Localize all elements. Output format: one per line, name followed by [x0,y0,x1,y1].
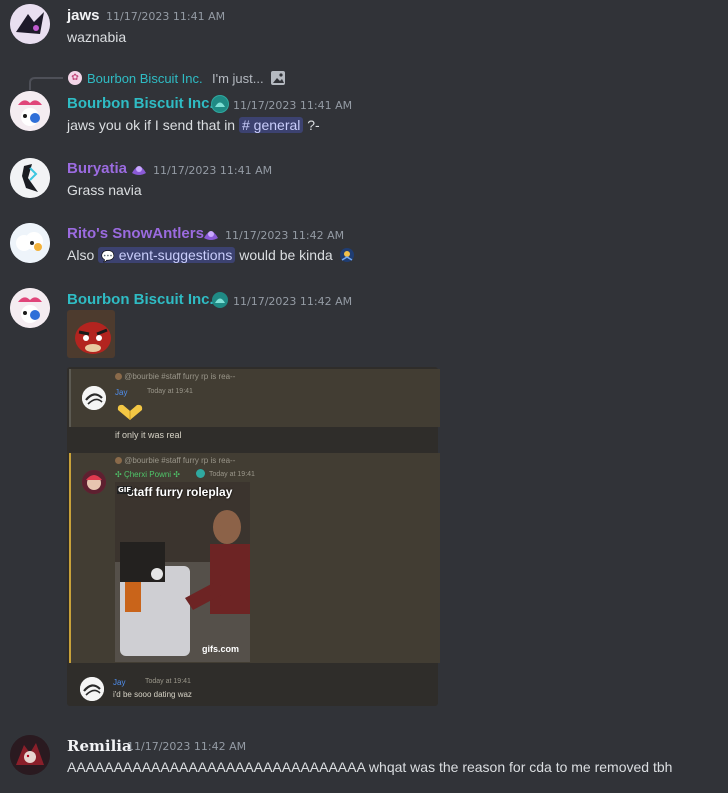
channel-name: general [253,117,301,133]
gif-badge: GIF [117,486,133,494]
message-content: jaws you ok if I send that in # general … [67,117,320,133]
username[interactable]: Bourbon Biscuit Inc. [67,291,214,308]
message-text: ?- [307,117,320,133]
reply-spine [29,77,63,90]
message-content: waznabia [67,29,127,45]
reply-line: @bourbie #staff furry rp is rea-- [115,456,235,465]
forum-icon: 💬 [101,251,115,263]
channel-mention[interactable]: # general [238,117,304,133]
role-icon [211,291,229,309]
gif-source: gifs.com [202,644,240,654]
role-icon [201,224,219,242]
username[interactable]: Rito's SnowAntlers [67,225,204,242]
author: Jay [113,678,126,687]
message-content: AAAAAAAAAAAAAAAAAAAAAAAAAAAAAAAA whqat w… [67,759,673,775]
message-text: if only it was real [115,430,182,440]
avatar [82,386,106,410]
reply-author[interactable]: Bourbon Biscuit Inc. [87,71,203,86]
hash-icon: # [241,117,250,133]
message-content: Also 💬 event-suggestions would be kinda [67,247,355,263]
attachment-image[interactable] [67,310,115,358]
reply-preview[interactable]: I'm just... [212,71,264,86]
screenshot-attachment[interactable]: @bourbie #staff furry rp is rea-- Jay To… [67,367,440,706]
reply-line: @bourbie #staff furry rp is rea-- [115,372,235,381]
image-icon [270,70,286,90]
avatar[interactable] [10,4,50,44]
timestamp: 11/17/2023 11:42 AM [225,229,345,242]
role-icon [129,159,147,177]
avatar[interactable] [10,735,50,775]
message-text: Also [67,247,95,263]
avatar [82,470,106,494]
avatar[interactable] [10,91,50,131]
username[interactable]: jaws [67,7,100,24]
reply-avatar [115,373,122,380]
username[interactable]: Buryatia [67,160,127,177]
role-icon [196,469,205,478]
emoji[interactable] [339,247,355,263]
author: ✣ Çherxi Powni ✣ [115,470,181,479]
screenshot-message: @bourbie #staff furry rp is rea-- ✣ Çher… [69,453,440,663]
message-text: i'd be sooo dating waz [113,690,192,699]
time: Today at 19:41 [147,388,193,395]
reply-avatar: ✿ [68,71,82,85]
screenshot-message: Jay Today at 19:41 i'd be sooo dating wa… [69,671,438,705]
author: Jay [115,388,128,397]
timestamp: 11/17/2023 11:41 AM [153,164,273,177]
time: Today at 19:41 [209,471,255,478]
username[interactable]: Bourbon Biscuit Inc. [67,95,214,112]
channel-mention[interactable]: 💬 event-suggestions [98,247,236,263]
message-content: Grass navia [67,182,142,198]
timestamp: 11/17/2023 11:42 AM [233,295,353,308]
heart-hands-emoji [115,402,145,426]
gif-image: staff furry roleplay GIF gifs.com [115,482,250,662]
avatar[interactable] [10,223,50,263]
gif-caption: staff furry roleplay [127,485,233,499]
message-text: jaws you ok if I send that in [67,117,236,133]
message-text: would be kinda [239,247,333,263]
avatar [80,677,104,701]
avatar[interactable] [10,288,50,328]
timestamp: 11/17/2023 11:41 AM [106,10,226,23]
screenshot-message: @bourbie #staff furry rp is rea-- Jay To… [69,369,440,440]
time: Today at 19:41 [145,678,191,685]
role-icon [211,95,229,113]
reply-avatar [115,457,122,464]
timestamp: 11/17/2023 11:41 AM [233,99,353,112]
avatar[interactable] [10,158,50,198]
username[interactable]: Remilia [67,737,132,755]
timestamp: 11/17/2023 11:42 AM [127,740,247,753]
channel-name: event-suggestions [118,247,233,263]
